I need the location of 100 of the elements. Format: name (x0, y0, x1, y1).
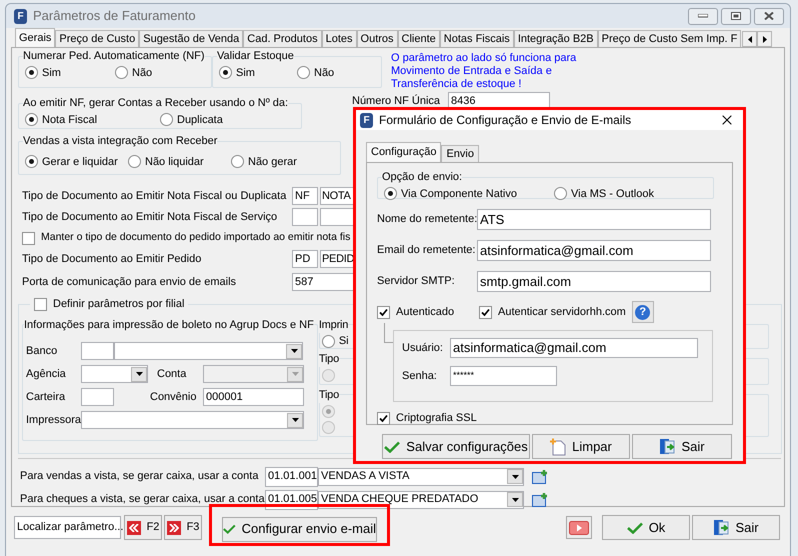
radio-label[interactable]: Via MS - Outlook (571, 186, 654, 202)
radio-button[interactable] (25, 155, 38, 168)
radio-button[interactable] (322, 334, 335, 348)
radio-label[interactable]: Duplicata (177, 112, 223, 128)
window-add-icon[interactable] (532, 492, 548, 506)
dropdown[interactable]: VENDAS A VISTA (318, 468, 524, 486)
radio-label[interactable]: Gerar e liquidar (42, 154, 118, 170)
field-label: Convênio (150, 390, 198, 405)
radio-label[interactable]: Nota Fiscal (42, 112, 98, 128)
radio-button[interactable] (25, 66, 38, 80)
text-field[interactable]: ****** (450, 366, 557, 386)
field-label: Email do remetente: (377, 243, 476, 258)
radio-button[interactable] (25, 113, 38, 126)
window-title: Parâmetros de Faturamento (33, 7, 196, 26)
configure-email-button[interactable]: Configurar envio e-mail (222, 516, 377, 542)
tab[interactable]: Envio (441, 145, 479, 162)
field-label: Banco (26, 344, 58, 359)
checkbox[interactable] (479, 306, 492, 318)
dialog-button[interactable]: Sair (632, 434, 732, 459)
text-field[interactable]: ATS (477, 209, 711, 230)
next-button[interactable]: F3 (164, 515, 202, 540)
tab[interactable]: Cad. Produtos (243, 30, 322, 47)
tab[interactable]: Integração B2B (514, 30, 598, 47)
app-icon: F (360, 112, 373, 128)
radio-button[interactable] (160, 113, 173, 126)
tree-connector (384, 323, 393, 343)
window-add-icon[interactable] (532, 470, 548, 484)
tab[interactable]: Cliente (398, 30, 440, 47)
close-icon[interactable] (754, 8, 784, 24)
check-icon (384, 440, 400, 452)
tab[interactable]: Gerais (15, 28, 56, 47)
dialog-button[interactable]: Salvar configurações (382, 434, 530, 459)
checkbox-label[interactable]: Autenticar servidorhh.com (498, 304, 626, 320)
radio-button[interactable] (115, 66, 128, 80)
play-icon (569, 520, 589, 534)
radio-label[interactable]: Sim (236, 64, 255, 81)
field-label: Tipo de Documento ao Emitir Nota Fiscal de Serviço (22, 210, 278, 225)
tab[interactable]: Notas Fiscais (440, 30, 514, 47)
ok-button[interactable]: Ok (602, 515, 690, 540)
radio-button[interactable] (219, 66, 232, 80)
text-field[interactable]: NF (292, 186, 318, 205)
minimize-icon[interactable] (688, 8, 718, 24)
checkbox-label[interactable]: Criptografia SSL (396, 410, 477, 426)
dropdown[interactable]: VENDA CHEQUE PREDATADO (318, 490, 524, 508)
field-label: Porta de comunicação para envio de emails (22, 274, 238, 290)
double-right-icon (166, 520, 181, 534)
radio-button[interactable] (384, 187, 397, 200)
radio-button[interactable] (554, 187, 567, 200)
new-page-icon (550, 438, 566, 456)
tab[interactable]: Lotes (322, 30, 357, 47)
video-button[interactable] (566, 516, 592, 539)
text-field[interactable]: 01.01.001 (265, 466, 318, 486)
tab-scroll-left-icon[interactable] (742, 31, 758, 47)
checkbox[interactable] (22, 232, 35, 244)
text-field[interactable]: smtp.gmail.com (477, 271, 711, 292)
check-icon (626, 522, 643, 534)
checkbox[interactable] (377, 306, 390, 318)
tab[interactable]: Preço de Custo (55, 30, 140, 47)
radio-button[interactable] (128, 155, 141, 168)
check-icon (223, 523, 236, 535)
field-label: Carteira (26, 390, 66, 405)
group-label: Opção de envio: (382, 171, 462, 183)
restore-icon[interactable] (721, 8, 751, 24)
checkbox[interactable] (34, 298, 47, 311)
radio-label[interactable]: Não (314, 64, 334, 81)
previous-button[interactable]: F2 (124, 515, 162, 540)
tab-scroll-right-icon[interactable] (757, 31, 772, 47)
radio-button[interactable] (297, 66, 310, 80)
double-left-icon (126, 520, 141, 534)
checkbox-label[interactable]: Definir parâmetros por filial (53, 296, 184, 312)
radio-label[interactable]: Não gerar (248, 154, 297, 170)
field-label: Tipo de Documento ao Emitir Nota Fiscal ou Duplicata (22, 188, 288, 204)
checkbox-label[interactable]: Manter o tipo de documento do pedido importado ao emitir nota fis (41, 230, 350, 246)
group-label: Tipo (318, 352, 340, 364)
tab[interactable]: Sugestão de Venda (139, 30, 244, 47)
text-field[interactable]: 000001 (203, 388, 304, 406)
text-field[interactable]: atsinformatica@gmail.com (477, 240, 711, 261)
text-field[interactable] (292, 208, 318, 226)
text-field[interactable]: atsinformatica@gmail.com (450, 338, 698, 358)
field-label: Impressora (26, 412, 81, 428)
text-field[interactable] (81, 388, 114, 406)
radio-button[interactable] (231, 155, 244, 168)
tab[interactable]: Preço de Custo Sem Imp. F (598, 30, 742, 47)
dialog-button[interactable]: Limpar (532, 434, 630, 459)
exit-button[interactable]: Sair (692, 515, 780, 540)
radio-label[interactable]: Não (132, 64, 152, 81)
tab[interactable]: Configuração (366, 142, 442, 162)
radio-label[interactable]: Sim (42, 64, 61, 81)
checkbox[interactable] (377, 412, 390, 425)
radio-label[interactable]: Não liquidar (145, 154, 204, 170)
text-field[interactable] (81, 342, 114, 360)
checkbox-label[interactable]: Autenticado (396, 304, 454, 320)
tab[interactable]: Outros (356, 30, 398, 47)
field-label: Número NF Única (352, 94, 442, 109)
text-field[interactable]: Localizar parâmetro... (14, 516, 121, 539)
radio-label[interactable]: Si (338, 332, 349, 350)
help-button[interactable]: ? (632, 301, 654, 323)
radio-label[interactable]: Via Componente Nativo (401, 186, 517, 202)
notice-text: O parâmetro ao lado só funciona para Movimento de Entrada e Saída e Transferência de estoque ! (391, 52, 578, 91)
text-field[interactable]: PD (292, 250, 318, 268)
